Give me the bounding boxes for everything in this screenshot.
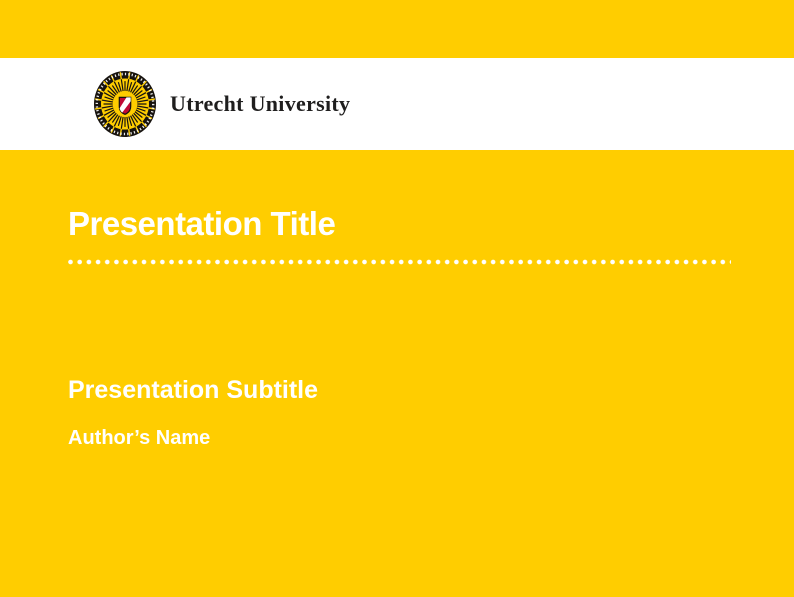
title-underline-dots	[68, 259, 731, 265]
university-logo: Utrecht University	[94, 71, 350, 137]
header-band: Utrecht University	[0, 58, 794, 150]
presentation-subtitle: Presentation Subtitle	[68, 378, 318, 403]
utrecht-university-seal-icon	[94, 71, 156, 137]
university-wordmark: Utrecht University	[170, 91, 350, 117]
author-name: Author’s Name	[68, 428, 210, 448]
presentation-title: Presentation Title	[68, 207, 335, 240]
title-slide: Utrecht University Presentation Title Pr…	[0, 0, 794, 597]
